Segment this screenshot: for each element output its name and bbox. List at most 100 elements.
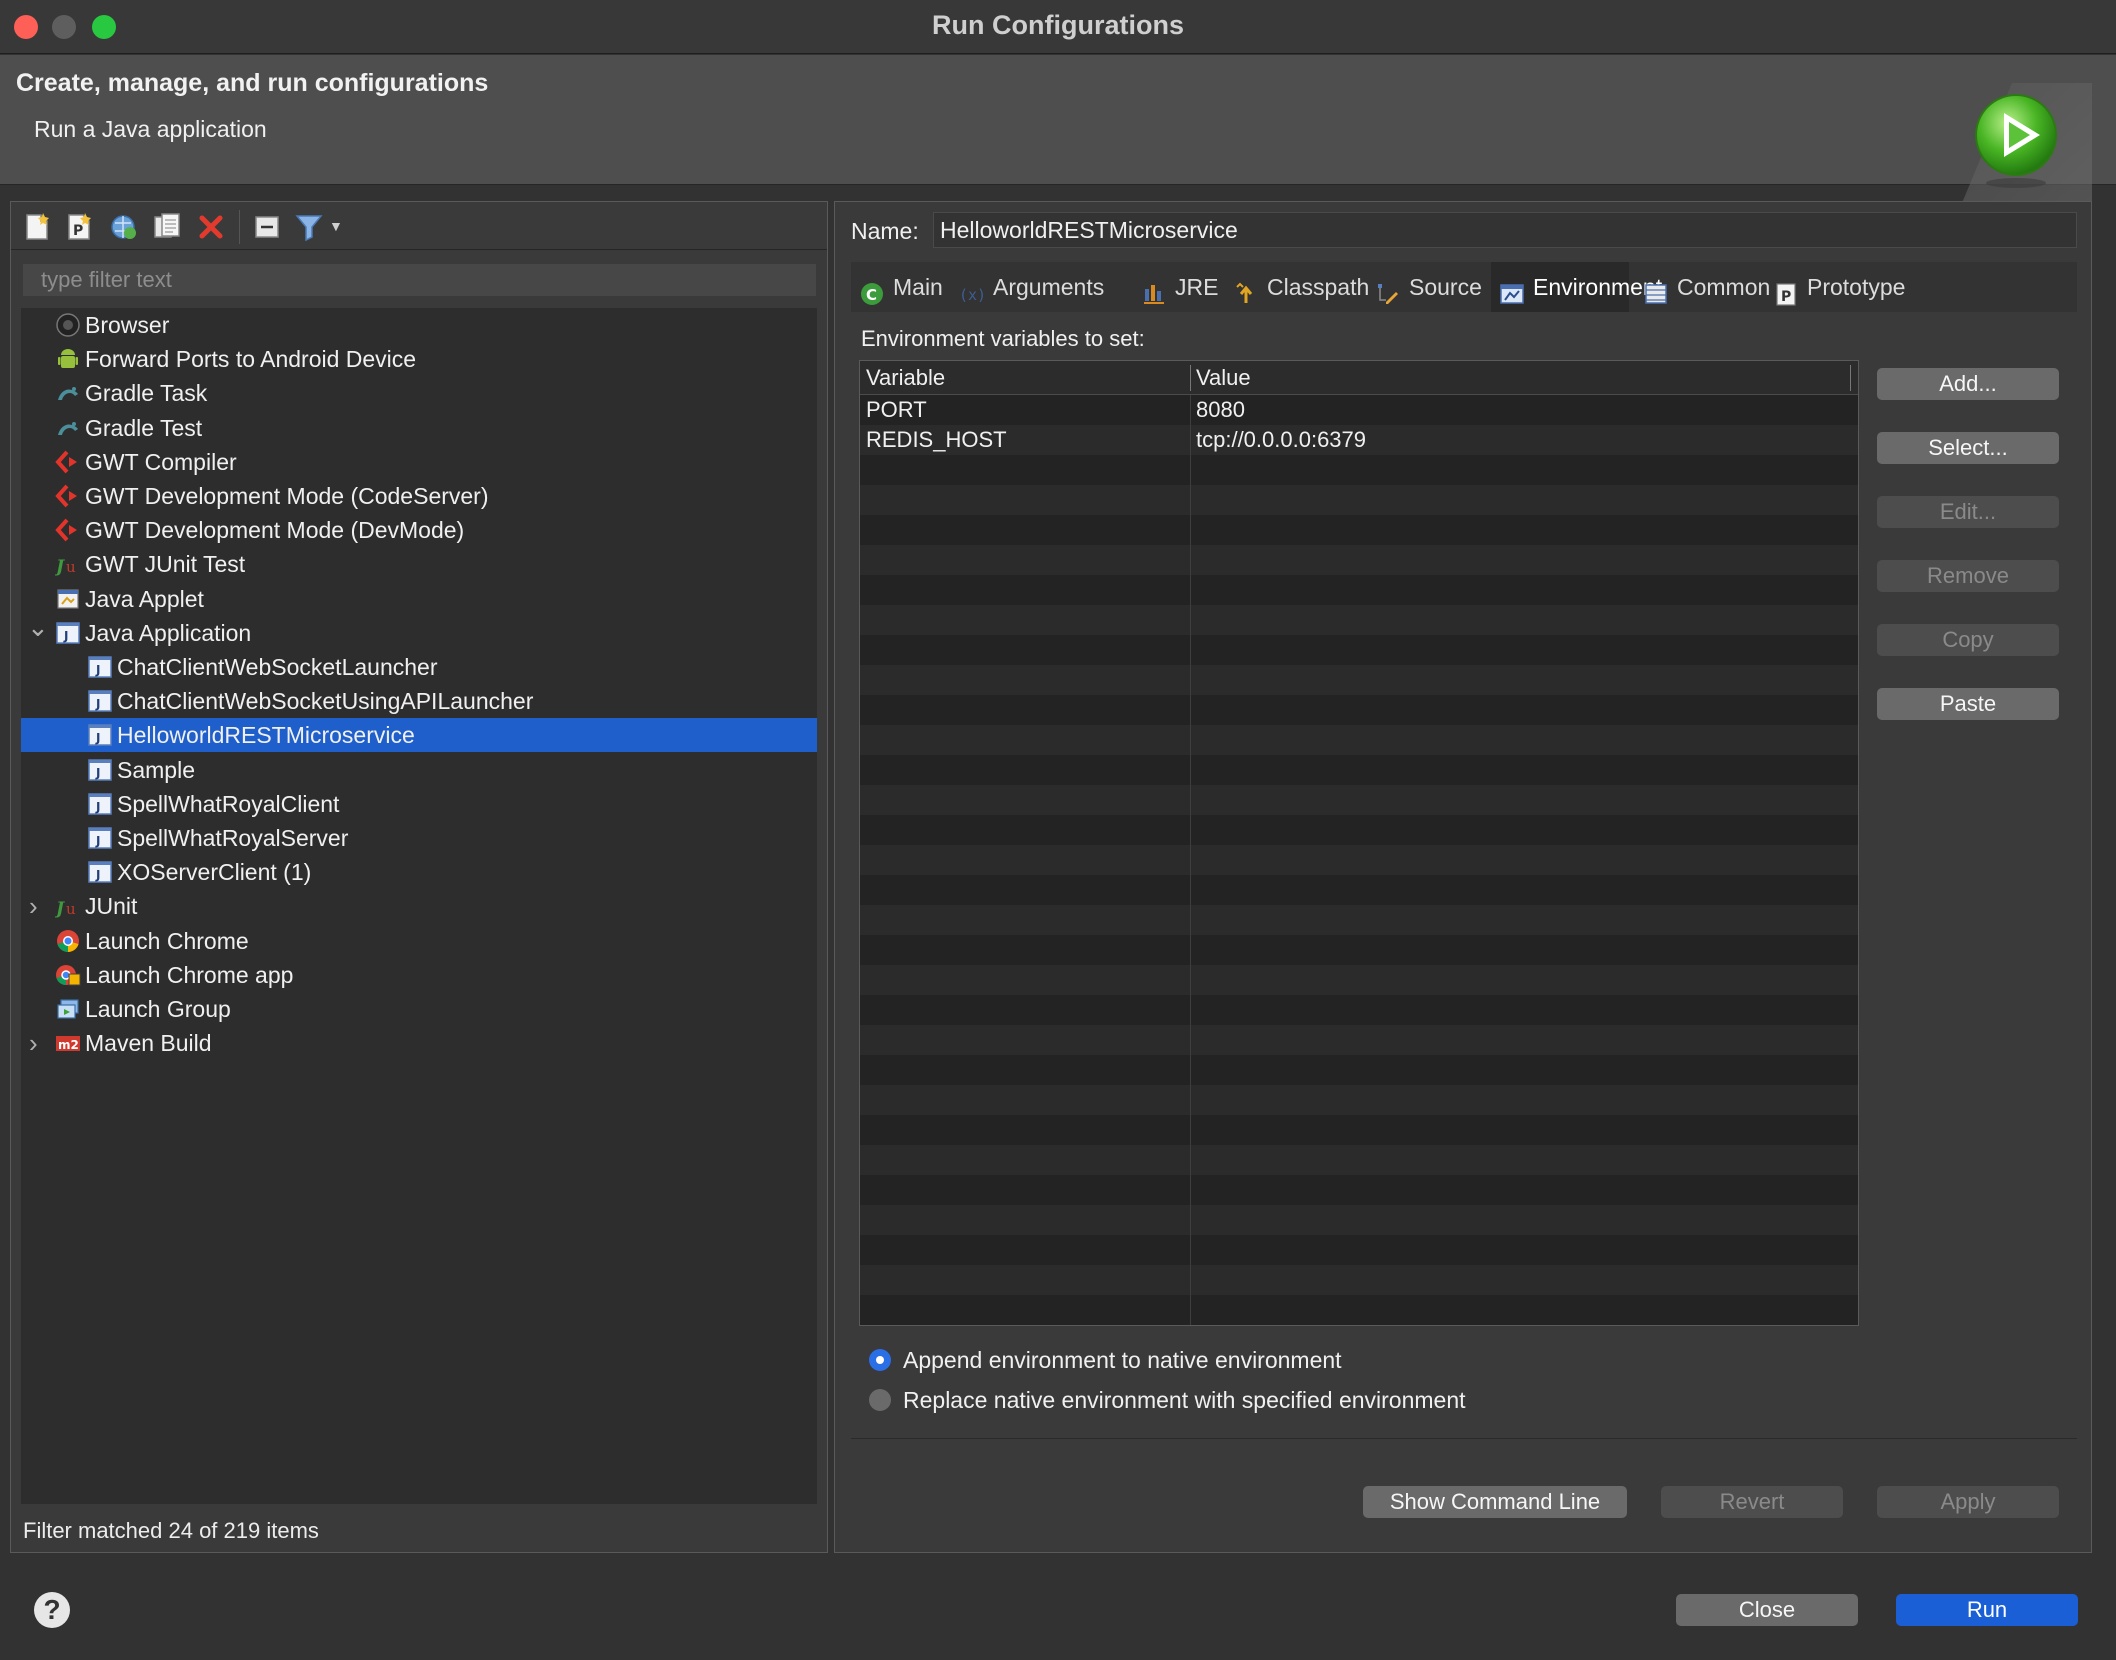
copy-button[interactable]: Copy bbox=[1877, 624, 2059, 656]
column-header-variable[interactable]: Variable bbox=[866, 361, 945, 395]
empty-table-row bbox=[860, 1145, 1858, 1175]
svg-text:P: P bbox=[73, 223, 83, 239]
radio-checked-icon[interactable] bbox=[869, 1349, 891, 1371]
tab-label: Common bbox=[1677, 274, 1771, 300]
tree-item[interactable]: Browser bbox=[21, 308, 817, 342]
tree-item[interactable]: Java Applet bbox=[21, 582, 817, 616]
classpath-tab-icon bbox=[1233, 274, 1259, 303]
remove-button[interactable]: Remove bbox=[1877, 560, 2059, 592]
column-header-value[interactable]: Value bbox=[1196, 361, 1251, 395]
tab-source[interactable]: Source bbox=[1367, 262, 1485, 312]
tree-item-label: Java Application bbox=[85, 620, 252, 646]
configuration-name-input[interactable] bbox=[933, 212, 2077, 248]
chevron-right-icon[interactable]: › bbox=[29, 889, 49, 923]
tree-child-item[interactable]: J SpellWhatRoyalClient bbox=[21, 787, 817, 821]
radio-unchecked-icon[interactable] bbox=[869, 1389, 891, 1411]
filter-status: Filter matched 24 of 219 items bbox=[23, 1518, 319, 1543]
tree-child-item[interactable]: J Sample bbox=[21, 753, 817, 787]
configuration-toolbar: P ▼ bbox=[11, 202, 827, 250]
tab-environment[interactable]: Environment bbox=[1491, 262, 1662, 312]
tree-item[interactable]: › m2 Maven Build bbox=[21, 1026, 817, 1060]
value-cell: 8080 bbox=[1196, 397, 1245, 422]
collapse-all-icon[interactable] bbox=[251, 211, 283, 243]
empty-table-row bbox=[860, 1235, 1858, 1265]
filter-icon[interactable] bbox=[293, 211, 325, 243]
gwt-icon bbox=[55, 483, 81, 509]
configuration-tree[interactable]: Browser Forward Ports to Android Device Gr… bbox=[21, 308, 817, 1504]
show-command-line-button[interactable]: Show Command Line bbox=[1363, 1486, 1627, 1518]
tree-item[interactable]: Launch Group bbox=[21, 992, 817, 1026]
tree-item-label: ChatClientWebSocketUsingAPILauncher bbox=[117, 688, 534, 714]
table-row[interactable]: PORT 8080 bbox=[860, 395, 1858, 425]
tree-item[interactable]: GWT Compiler bbox=[21, 445, 817, 479]
paste-button[interactable]: Paste bbox=[1877, 688, 2059, 720]
tree-child-item[interactable]: J HelloworldRESTMicroservice bbox=[21, 718, 817, 752]
close-button[interactable]: Close bbox=[1676, 1594, 1858, 1626]
java-app-icon: J bbox=[87, 859, 113, 885]
java-app-icon: J bbox=[55, 620, 81, 646]
tree-item[interactable]: Launch Chrome bbox=[21, 924, 817, 958]
toolbar-separator bbox=[239, 210, 240, 244]
column-divider bbox=[1190, 395, 1191, 1325]
filter-input[interactable] bbox=[23, 264, 816, 296]
java-app-icon: J bbox=[87, 688, 113, 714]
tab-classpath[interactable]: Classpath bbox=[1225, 262, 1369, 312]
tree-item[interactable]: Forward Ports to Android Device bbox=[21, 342, 817, 376]
tab-common[interactable]: Common bbox=[1635, 262, 1770, 312]
column-separator bbox=[1850, 365, 1851, 391]
tree-item-label: Java Applet bbox=[85, 586, 204, 612]
value-cell: tcp://0.0.0.0:6379 bbox=[1196, 427, 1367, 452]
tab-jre[interactable]: JRE bbox=[1133, 262, 1221, 312]
tree-item[interactable]: ⌄ J Java Application bbox=[21, 612, 817, 650]
empty-table-row bbox=[860, 1295, 1858, 1325]
run-button[interactable]: Run bbox=[1896, 1594, 2078, 1626]
environment-variables-table[interactable]: Variable Value PORT 8080 REDIS_HOST tcp://0… bbox=[859, 360, 1859, 1326]
chevron-down-icon[interactable]: ⌄ bbox=[27, 610, 49, 644]
tree-item[interactable]: Gradle Task bbox=[21, 376, 817, 410]
empty-table-row bbox=[860, 1205, 1858, 1235]
empty-table-row bbox=[860, 1265, 1858, 1295]
empty-table-row bbox=[860, 515, 1858, 545]
tab-arguments[interactable]: (x)= Arguments bbox=[951, 262, 1127, 312]
tree-item-label: GWT JUnit Test bbox=[85, 551, 246, 577]
maven-icon: m2 bbox=[55, 1030, 81, 1056]
tree-item[interactable]: Ju GWT JUnit Test bbox=[21, 547, 817, 581]
tree-child-item[interactable]: J SpellWhatRoyalServer bbox=[21, 821, 817, 855]
tree-child-item[interactable]: J ChatClientWebSocketUsingAPILauncher bbox=[21, 684, 817, 718]
new-prototype-icon[interactable]: P bbox=[63, 211, 95, 243]
select-button[interactable]: Select... bbox=[1877, 432, 2059, 464]
table-row[interactable]: REDIS_HOST tcp://0.0.0.0:6379 bbox=[860, 425, 1858, 455]
duplicate-icon[interactable] bbox=[151, 211, 183, 243]
tree-item-label: GWT Development Mode (DevMode) bbox=[85, 517, 465, 543]
divider bbox=[851, 1438, 2077, 1439]
empty-table-row bbox=[860, 455, 1858, 485]
new-configuration-icon[interactable] bbox=[21, 211, 53, 243]
help-button[interactable]: ? bbox=[34, 1592, 70, 1628]
tree-item-label: SpellWhatRoyalClient bbox=[117, 791, 340, 817]
tree-item[interactable]: GWT Development Mode (CodeServer) bbox=[21, 479, 817, 513]
delete-icon[interactable] bbox=[195, 211, 227, 243]
tree-child-item[interactable]: J XOServerClient (1) bbox=[21, 855, 817, 889]
edit-button[interactable]: Edit... bbox=[1877, 496, 2059, 528]
export-configuration-icon[interactable] bbox=[107, 211, 139, 243]
tree-item[interactable]: Launch Chrome app bbox=[21, 958, 817, 992]
tree-item-label: Launch Chrome bbox=[85, 928, 249, 954]
empty-table-row bbox=[860, 845, 1858, 875]
revert-button[interactable]: Revert bbox=[1661, 1486, 1843, 1518]
empty-table-row bbox=[860, 935, 1858, 965]
tree-item[interactable]: GWT Development Mode (DevMode) bbox=[21, 513, 817, 547]
tree-child-item[interactable]: J ChatClientWebSocketLauncher bbox=[21, 650, 817, 684]
filter-dropdown-chevron-icon[interactable]: ▼ bbox=[329, 218, 343, 234]
chevron-right-icon[interactable]: › bbox=[29, 1026, 49, 1060]
tree-item[interactable]: Gradle Test bbox=[21, 411, 817, 445]
tab-label: Source bbox=[1409, 274, 1482, 300]
tab-main[interactable]: C Main bbox=[851, 262, 945, 312]
tab-prototype[interactable]: P Prototype bbox=[1765, 262, 1915, 312]
apply-button[interactable]: Apply bbox=[1877, 1486, 2059, 1518]
add-button[interactable]: Add... bbox=[1877, 368, 2059, 400]
svg-text:u: u bbox=[66, 558, 76, 576]
empty-table-row bbox=[860, 875, 1858, 905]
empty-table-row bbox=[860, 965, 1858, 995]
column-separator bbox=[1190, 365, 1191, 391]
tree-item[interactable]: › Ju JUnit bbox=[21, 889, 817, 923]
